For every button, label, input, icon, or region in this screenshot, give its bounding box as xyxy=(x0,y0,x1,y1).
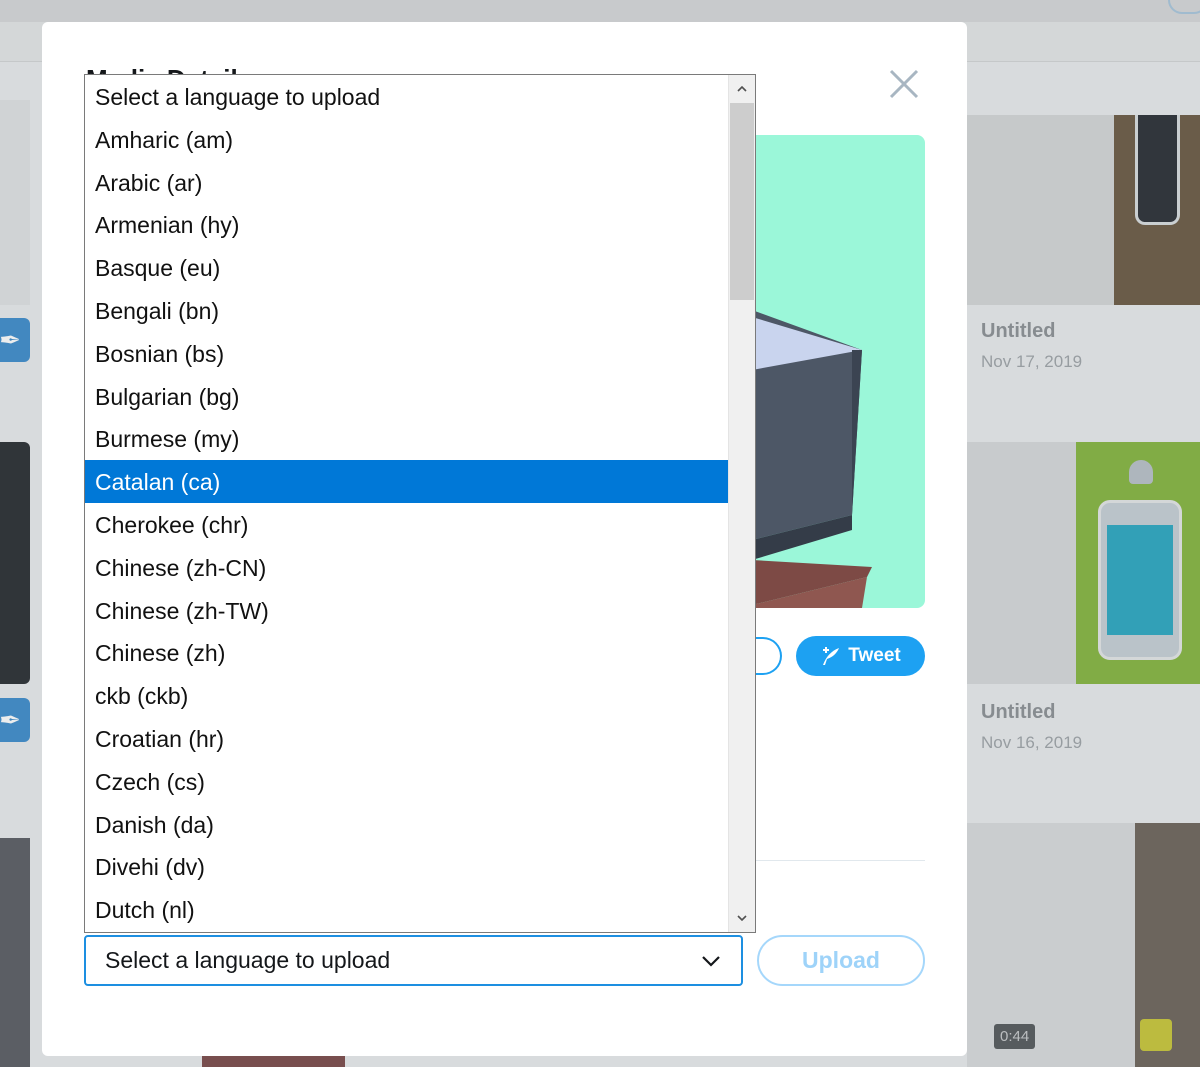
tweet-button[interactable]: Tweet xyxy=(796,636,925,676)
dropdown-option[interactable]: Chinese (zh) xyxy=(85,631,728,674)
language-select[interactable]: Select a language to upload xyxy=(84,935,743,986)
dropdown-scrollbar[interactable] xyxy=(728,75,755,932)
tweet-button-label: Tweet xyxy=(848,645,901,666)
dropdown-option[interactable]: Dutch (nl) xyxy=(85,888,728,931)
dropdown-option[interactable]: ckb (ckb) xyxy=(85,674,728,717)
upload-button-label: Upload xyxy=(802,947,880,973)
upload-button[interactable]: Upload xyxy=(757,935,925,986)
chevron-down-icon xyxy=(737,915,747,921)
media-preview xyxy=(752,135,925,608)
dropdown-option[interactable]: Burmese (my) xyxy=(85,417,728,460)
close-button[interactable] xyxy=(886,66,922,102)
dropdown-option[interactable]: Select a language to upload xyxy=(85,75,728,118)
dropdown-option[interactable]: Catalan (ca) xyxy=(85,460,728,503)
section-divider xyxy=(752,860,925,861)
language-dropdown-list[interactable]: Select a language to upload Amharic (am) A… xyxy=(84,74,756,933)
dropdown-option[interactable]: Divehi (dv) xyxy=(85,845,728,888)
dropdown-option[interactable]: Chinese (zh-TW) xyxy=(85,589,728,632)
dropdown-options: Select a language to upload Amharic (am) A… xyxy=(85,75,728,931)
dropdown-option[interactable]: Czech (cs) xyxy=(85,760,728,803)
close-icon xyxy=(889,69,919,99)
dropdown-option[interactable]: Cherokee (chr) xyxy=(85,503,728,546)
dropdown-option[interactable]: Bosnian (bs) xyxy=(85,332,728,375)
dropdown-option[interactable]: Armenian (hy) xyxy=(85,203,728,246)
dropdown-option[interactable]: Amharic (am) xyxy=(85,118,728,161)
chevron-up-icon xyxy=(737,86,747,92)
dropdown-option[interactable]: Bengali (bn) xyxy=(85,289,728,332)
dropdown-option[interactable]: Danish (da) xyxy=(85,803,728,846)
scroll-down-button[interactable] xyxy=(729,904,755,932)
scroll-thumb[interactable] xyxy=(730,103,754,300)
dropdown-option[interactable]: Chinese (zh-CN) xyxy=(85,546,728,589)
dropdown-option[interactable]: Croatian (hr) xyxy=(85,717,728,760)
scroll-up-button[interactable] xyxy=(729,75,755,103)
quill-icon xyxy=(823,647,840,665)
dropdown-option[interactable]: Bulgarian (bg) xyxy=(85,375,728,418)
chevron-down-icon xyxy=(702,955,720,967)
dropdown-option[interactable]: Basque (eu) xyxy=(85,246,728,289)
computer-illustration xyxy=(752,310,872,608)
dropdown-option[interactable]: Arabic (ar) xyxy=(85,161,728,204)
language-select-value: Select a language to upload xyxy=(105,947,391,973)
